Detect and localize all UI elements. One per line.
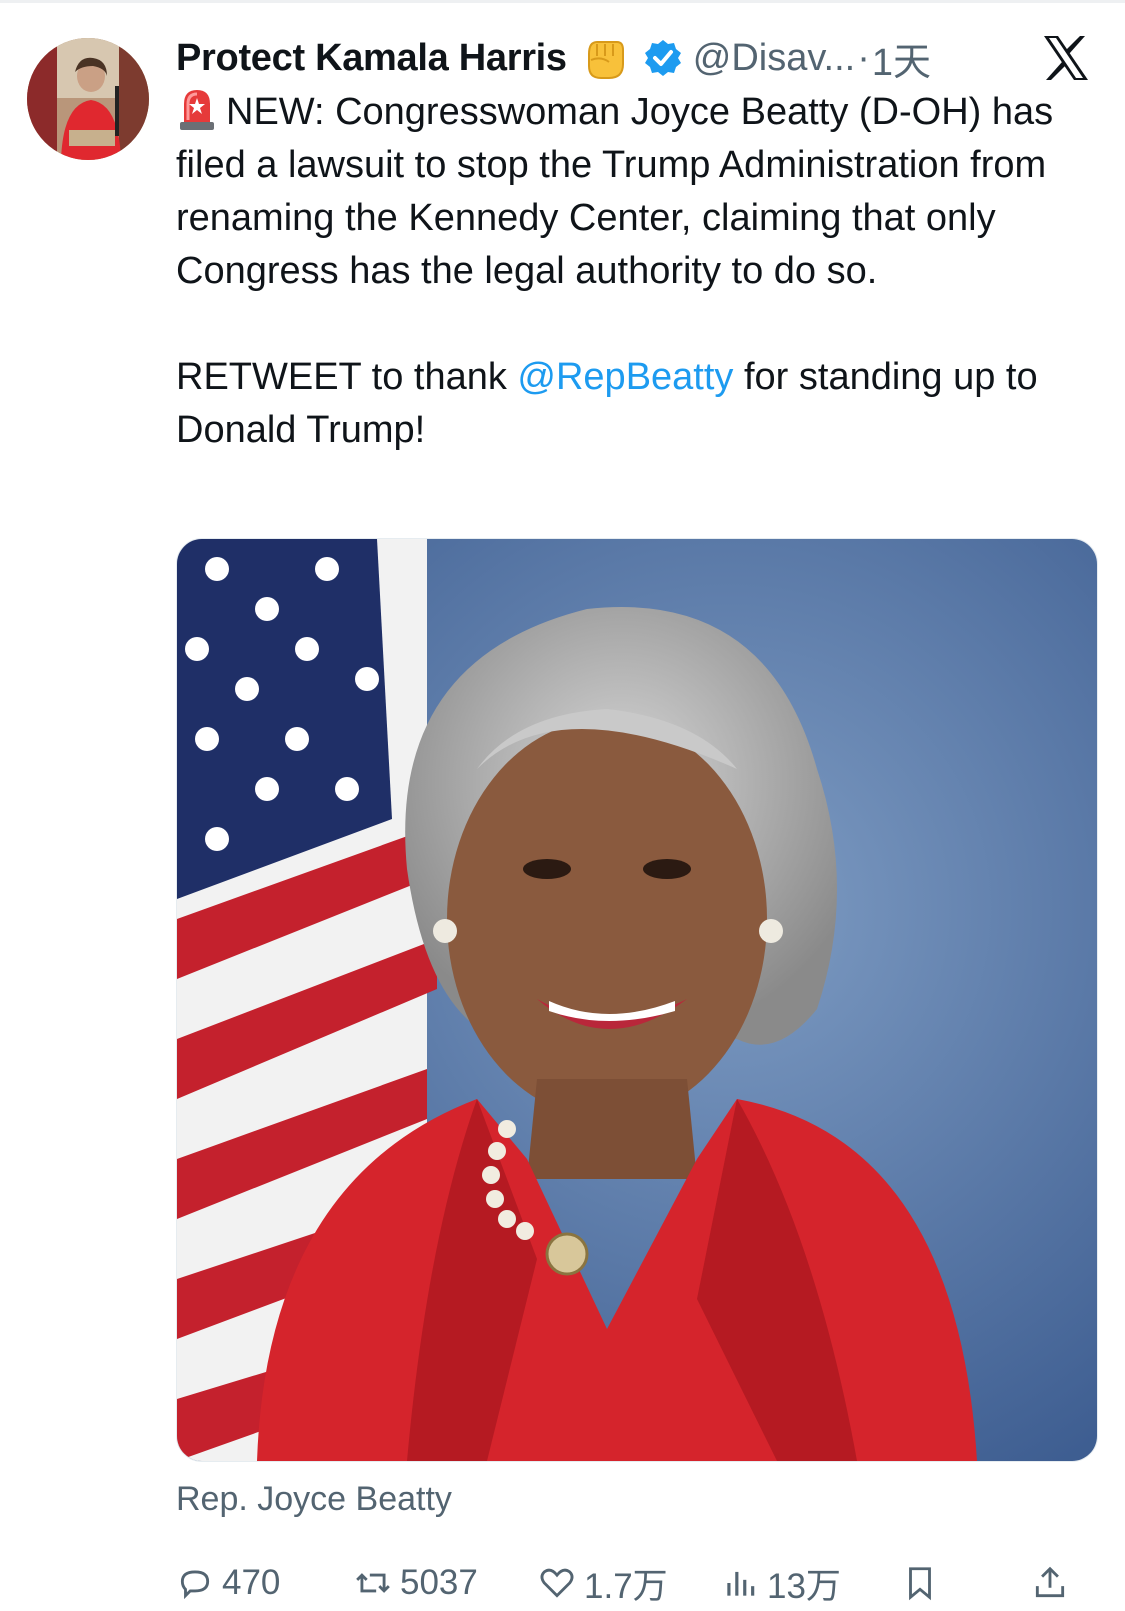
mention-link[interactable]: @RepBeatty xyxy=(517,356,733,398)
tweet-text-cta: RETWEET to thank xyxy=(176,356,518,398)
retweet-button[interactable]: 5037 xyxy=(354,1555,478,1611)
share-icon xyxy=(1035,1566,1065,1598)
retweet-icon xyxy=(356,1573,390,1593)
reply-count: 470 xyxy=(222,1563,281,1602)
top-divider xyxy=(0,0,1125,3)
time-separator: · xyxy=(857,36,870,79)
x-logo-icon xyxy=(1040,32,1092,84)
raised-fist-icon xyxy=(579,32,631,84)
views-count: 13万 xyxy=(767,1566,841,1606)
bookmark-button[interactable] xyxy=(901,1555,947,1611)
tweet-photo[interactable] xyxy=(176,538,1098,1462)
author-handle[interactable]: @Disav... xyxy=(693,37,855,80)
like-count: 1.7万 xyxy=(584,1566,668,1606)
tweet-header: Protect Kamala Harris @Disav... · 1天 xyxy=(176,30,1106,86)
tweet-text-main: NEW: Congresswoman Joyce Beatty (D-OH) h… xyxy=(176,91,1054,292)
like-icon xyxy=(540,1568,574,1598)
like-button[interactable]: 1.7万 xyxy=(538,1555,668,1611)
author-display-name[interactable]: Protect Kamala Harris xyxy=(176,37,567,80)
bookmark-icon xyxy=(909,1567,931,1601)
tweet-timestamp[interactable]: 1天 xyxy=(872,31,931,86)
verified-badge-icon[interactable] xyxy=(643,38,683,78)
tweet-paragraph-2: RETWEET to thank @RepBeatty for standing… xyxy=(176,351,1101,457)
photo-caption: Rep. Joyce Beatty xyxy=(176,1480,452,1518)
author-avatar[interactable] xyxy=(27,38,149,160)
retweet-count: 5037 xyxy=(400,1563,478,1602)
tweet-body: NEW: Congresswoman Joyce Beatty (D-OH) h… xyxy=(176,86,1101,457)
views-button[interactable]: 13万 xyxy=(721,1555,841,1611)
share-button[interactable] xyxy=(1031,1555,1077,1611)
reply-button[interactable]: 470 xyxy=(176,1555,280,1611)
rotating-light-icon xyxy=(176,86,218,132)
tweet-action-bar: 470 5037 1.7万 13万 xyxy=(176,1555,1101,1611)
reply-icon xyxy=(180,1570,210,1600)
tweet-paragraph-1: NEW: Congresswoman Joyce Beatty (D-OH) h… xyxy=(176,86,1101,298)
views-icon xyxy=(727,1571,755,1596)
